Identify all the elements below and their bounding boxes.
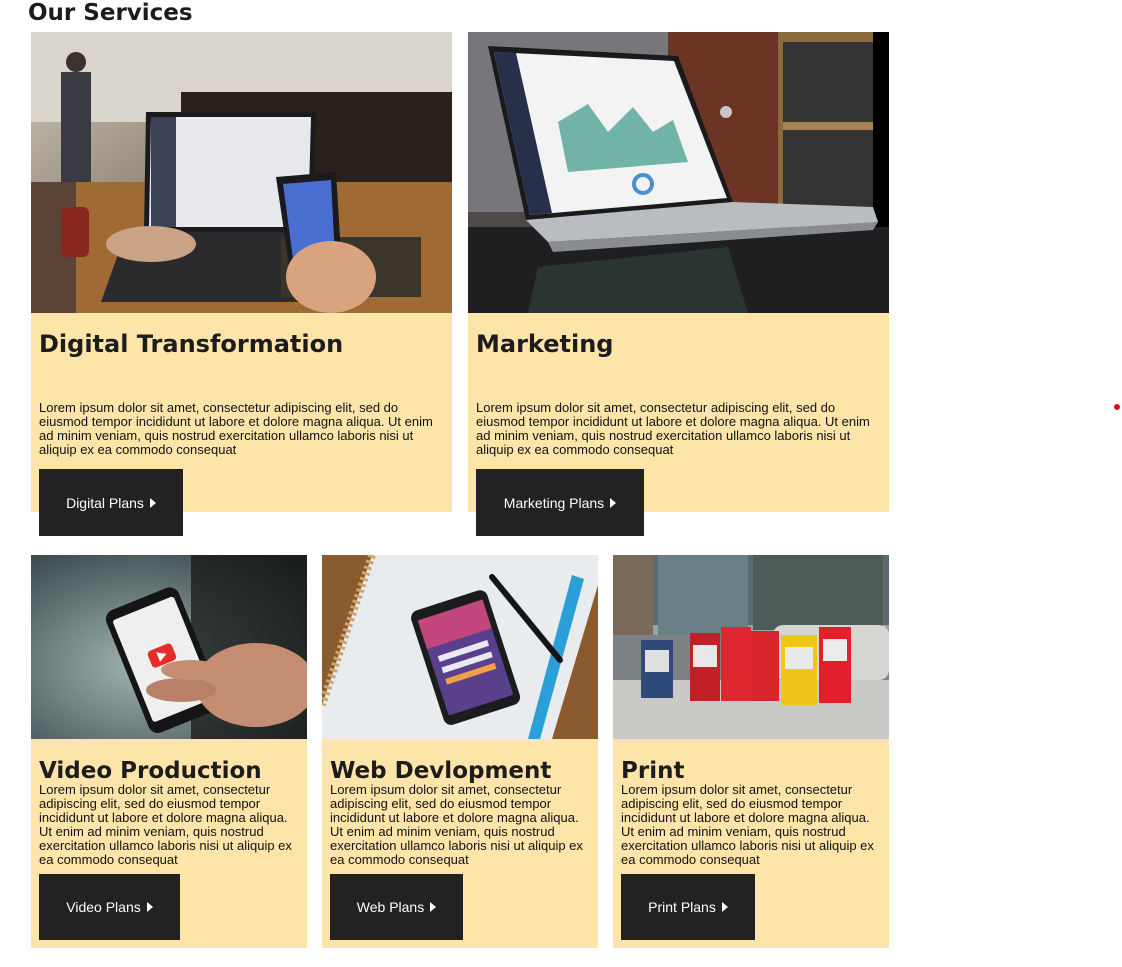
button-label: Web Plans (356, 899, 425, 915)
marketing-plans-button[interactable]: Marketing Plans (476, 469, 644, 536)
laptop-and-phone-photo (31, 32, 452, 313)
service-title: Video Production (39, 758, 262, 784)
service-description: Lorem ipsum dolor sit amet, consectetur … (476, 400, 870, 457)
service-title: Web Devlopment (330, 758, 552, 784)
web-plans-button[interactable]: Web Plans (330, 874, 463, 940)
phone-on-notebook-photo (322, 555, 598, 739)
service-card-digital-transformation: Digital Transformation Lorem ipsum dolor… (31, 32, 452, 536)
digital-plans-button[interactable]: Digital Plans (39, 469, 183, 536)
service-title: Marketing (476, 330, 614, 358)
service-card-marketing: Marketing Lorem ipsum dolor sit amet, co… (468, 32, 889, 536)
service-card-video-production: Video Production Lorem ipsum dolor sit a… (31, 555, 307, 948)
caret-right-icon (430, 902, 437, 912)
service-description: Lorem ipsum dolor sit amet, consectetur … (39, 400, 433, 457)
print-plans-button[interactable]: Print Plans (621, 874, 755, 940)
service-title: Digital Transformation (39, 330, 344, 358)
service-description: Lorem ipsum dolor sit amet, consectetur … (330, 782, 583, 867)
video-plans-button[interactable]: Video Plans (39, 874, 180, 940)
button-label: Print Plans (648, 899, 716, 915)
laptop-analytics-dashboard-photo (468, 32, 889, 313)
service-description: Lorem ipsum dolor sit amet, consectetur … (621, 782, 874, 867)
page-title: Our Services (28, 0, 193, 26)
service-description: Lorem ipsum dolor sit amet, consectetur … (39, 782, 292, 867)
newspaper-boxes-street-photo (613, 555, 889, 739)
service-title: Print (621, 758, 685, 784)
caret-right-icon (610, 497, 617, 508)
service-card-print: Print Lorem ipsum dolor sit amet, consec… (613, 555, 889, 948)
phone-video-play-photo (31, 555, 307, 739)
button-label: Digital Plans (66, 494, 144, 511)
button-label: Marketing Plans (503, 494, 605, 511)
service-card-web-development: Web Devlopment Lorem ipsum dolor sit ame… (322, 555, 598, 948)
caret-right-icon (149, 497, 156, 508)
caret-right-icon (721, 902, 728, 912)
caret-right-icon (146, 902, 153, 912)
red-dot-marker (1114, 404, 1120, 410)
button-label: Video Plans (66, 899, 141, 915)
